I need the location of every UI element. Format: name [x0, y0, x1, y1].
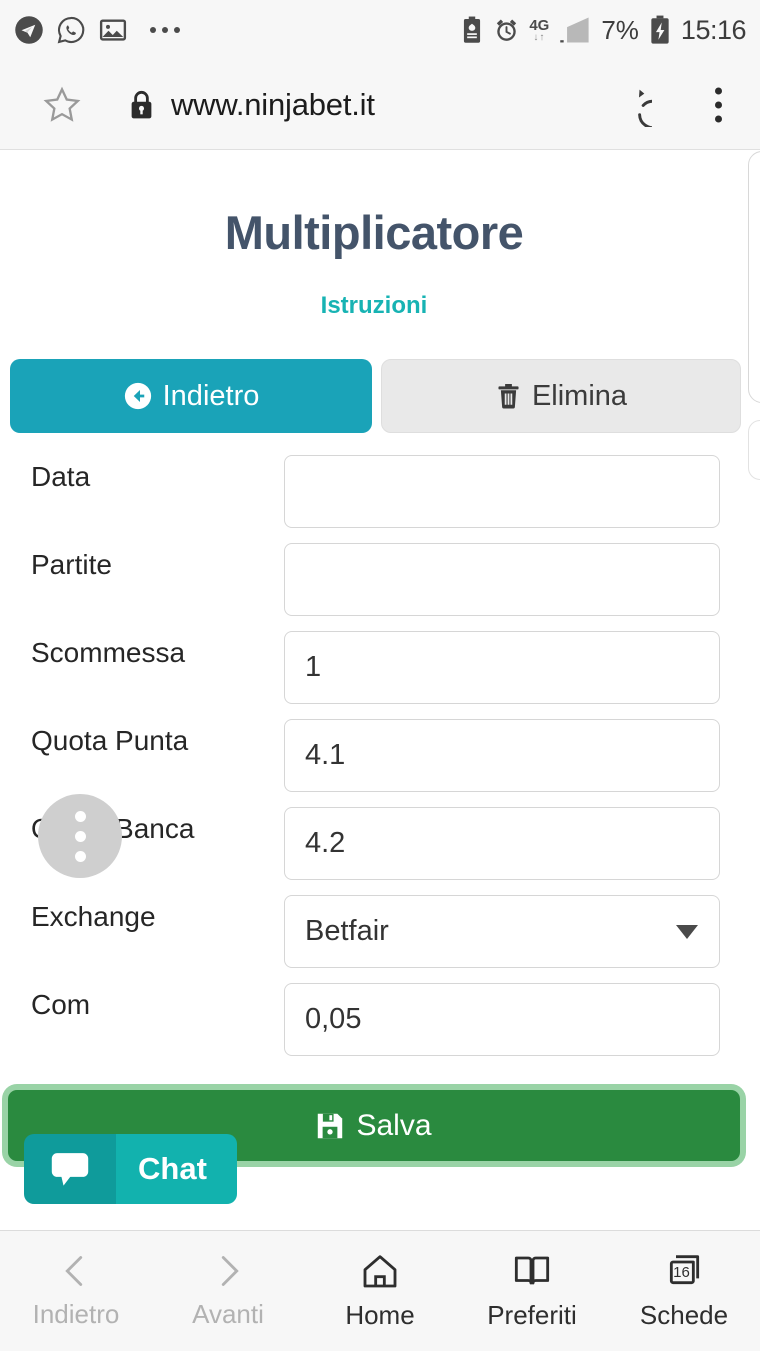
url-text[interactable]: www.ninjabet.it: [171, 87, 375, 123]
book-icon: [512, 1251, 552, 1291]
home-icon: [360, 1251, 400, 1291]
chevron-right-icon: [209, 1252, 247, 1290]
quota-banca-input[interactable]: [284, 807, 720, 880]
back-button[interactable]: Indietro: [10, 359, 372, 433]
scommessa-input[interactable]: [284, 631, 720, 704]
action-button-row: Indietro Elimina: [0, 359, 748, 433]
screenshot-icon: [98, 15, 128, 45]
nav-item-home[interactable]: Home: [304, 1231, 456, 1351]
status-bar-notifications: [14, 15, 180, 45]
nav-label-preferiti: Preferiti: [487, 1300, 577, 1330]
reload-icon[interactable]: [608, 83, 652, 127]
label-com: Com: [31, 989, 91, 1020]
signal-icon: [558, 16, 592, 44]
circle-arrow-left-icon: [123, 381, 153, 411]
label-quota-punta: Quota Punta: [31, 725, 189, 756]
form-row-com: Com: [0, 983, 748, 1056]
nav-item-indietro[interactable]: Indietro: [0, 1231, 152, 1351]
form-row-exchange: Exchange: [0, 895, 748, 968]
telegram-icon: [14, 15, 44, 45]
whatsapp-icon: [56, 15, 86, 45]
trash-icon: [495, 381, 522, 411]
page-title: Multiplicatore: [224, 206, 524, 259]
network-type-indicator: 4G ↓↑: [529, 16, 550, 43]
tabs-icon: 16: [664, 1251, 704, 1291]
mobile-screen: 4G ↓↑ 7% 15:16 www.ninjabet.it Multiplic…: [0, 0, 760, 1351]
nav-label-home: Home: [345, 1300, 415, 1330]
battery-percent-label: 7%: [601, 14, 639, 45]
save-button-label: Salva: [356, 1108, 432, 1142]
label-data: Data: [31, 461, 91, 492]
charging-battery-icon: [648, 15, 672, 45]
browser-bottom-nav: Indietro Avanti Home Preferiti 16 Schede: [0, 1230, 760, 1351]
data-input[interactable]: [284, 455, 720, 528]
nav-item-preferiti[interactable]: Preferiti: [456, 1231, 608, 1351]
form-row-quota-punta: Quota Punta: [0, 719, 748, 792]
lock-icon: [128, 89, 155, 121]
label-exchange: Exchange: [31, 901, 156, 932]
status-bar-indicators: 4G ↓↑ 7% 15:16: [460, 14, 747, 46]
clock-label: 15:16: [680, 14, 747, 45]
label-partite: Partite: [31, 549, 112, 580]
delete-button[interactable]: Elimina: [381, 359, 741, 433]
partite-input[interactable]: [284, 543, 720, 616]
battery-saver-icon: [460, 16, 484, 44]
chat-widget-label: Chat: [116, 1134, 237, 1204]
floppy-save-icon: [316, 1112, 344, 1140]
back-button-label: Indietro: [162, 379, 260, 412]
form-row-partite: Partite: [0, 543, 748, 616]
background-tab-card-peek: [748, 151, 760, 403]
chat-widget-button[interactable]: Chat: [24, 1134, 237, 1204]
status-bar: 4G ↓↑ 7% 15:16: [0, 0, 760, 60]
nav-label-indietro: Indietro: [32, 1299, 120, 1329]
nav-item-schede[interactable]: 16 Schede: [608, 1231, 760, 1351]
instructions-link[interactable]: Istruzioni: [321, 292, 428, 319]
exchange-select[interactable]: [284, 895, 720, 968]
nav-item-avanti[interactable]: Avanti: [152, 1231, 304, 1351]
browser-url-bar[interactable]: www.ninjabet.it: [0, 60, 760, 150]
form-row-scommessa: Scommessa: [0, 631, 748, 704]
more-notifications-icon: [150, 27, 180, 33]
form-row-data: Data: [0, 455, 748, 528]
com-input[interactable]: [284, 983, 720, 1056]
chevron-left-icon: [57, 1252, 95, 1290]
browser-overflow-menu-icon[interactable]: [715, 87, 722, 122]
chat-bubble-icon: [24, 1134, 116, 1204]
alarm-icon: [493, 17, 520, 44]
star-icon[interactable]: [42, 85, 82, 125]
instructions-row: Istruzioni: [0, 292, 748, 320]
floating-overflow-button[interactable]: [38, 794, 122, 878]
delete-button-label: Elimina: [531, 379, 628, 412]
nav-label-schede: Schede: [639, 1300, 729, 1330]
label-scommessa: Scommessa: [31, 637, 186, 668]
multiplier-form: Data Partite Scommessa Quota Punta: [0, 455, 748, 1056]
tab-count-badge: 16: [673, 1263, 690, 1281]
web-page-content: Multiplicatore Istruzioni Indietro Elimi…: [0, 151, 748, 1161]
nav-label-avanti: Avanti: [192, 1299, 264, 1329]
quota-punta-input[interactable]: [284, 719, 720, 792]
background-tab-card-peek-secondary: [748, 420, 760, 480]
vertical-dots-icon: [74, 810, 86, 822]
